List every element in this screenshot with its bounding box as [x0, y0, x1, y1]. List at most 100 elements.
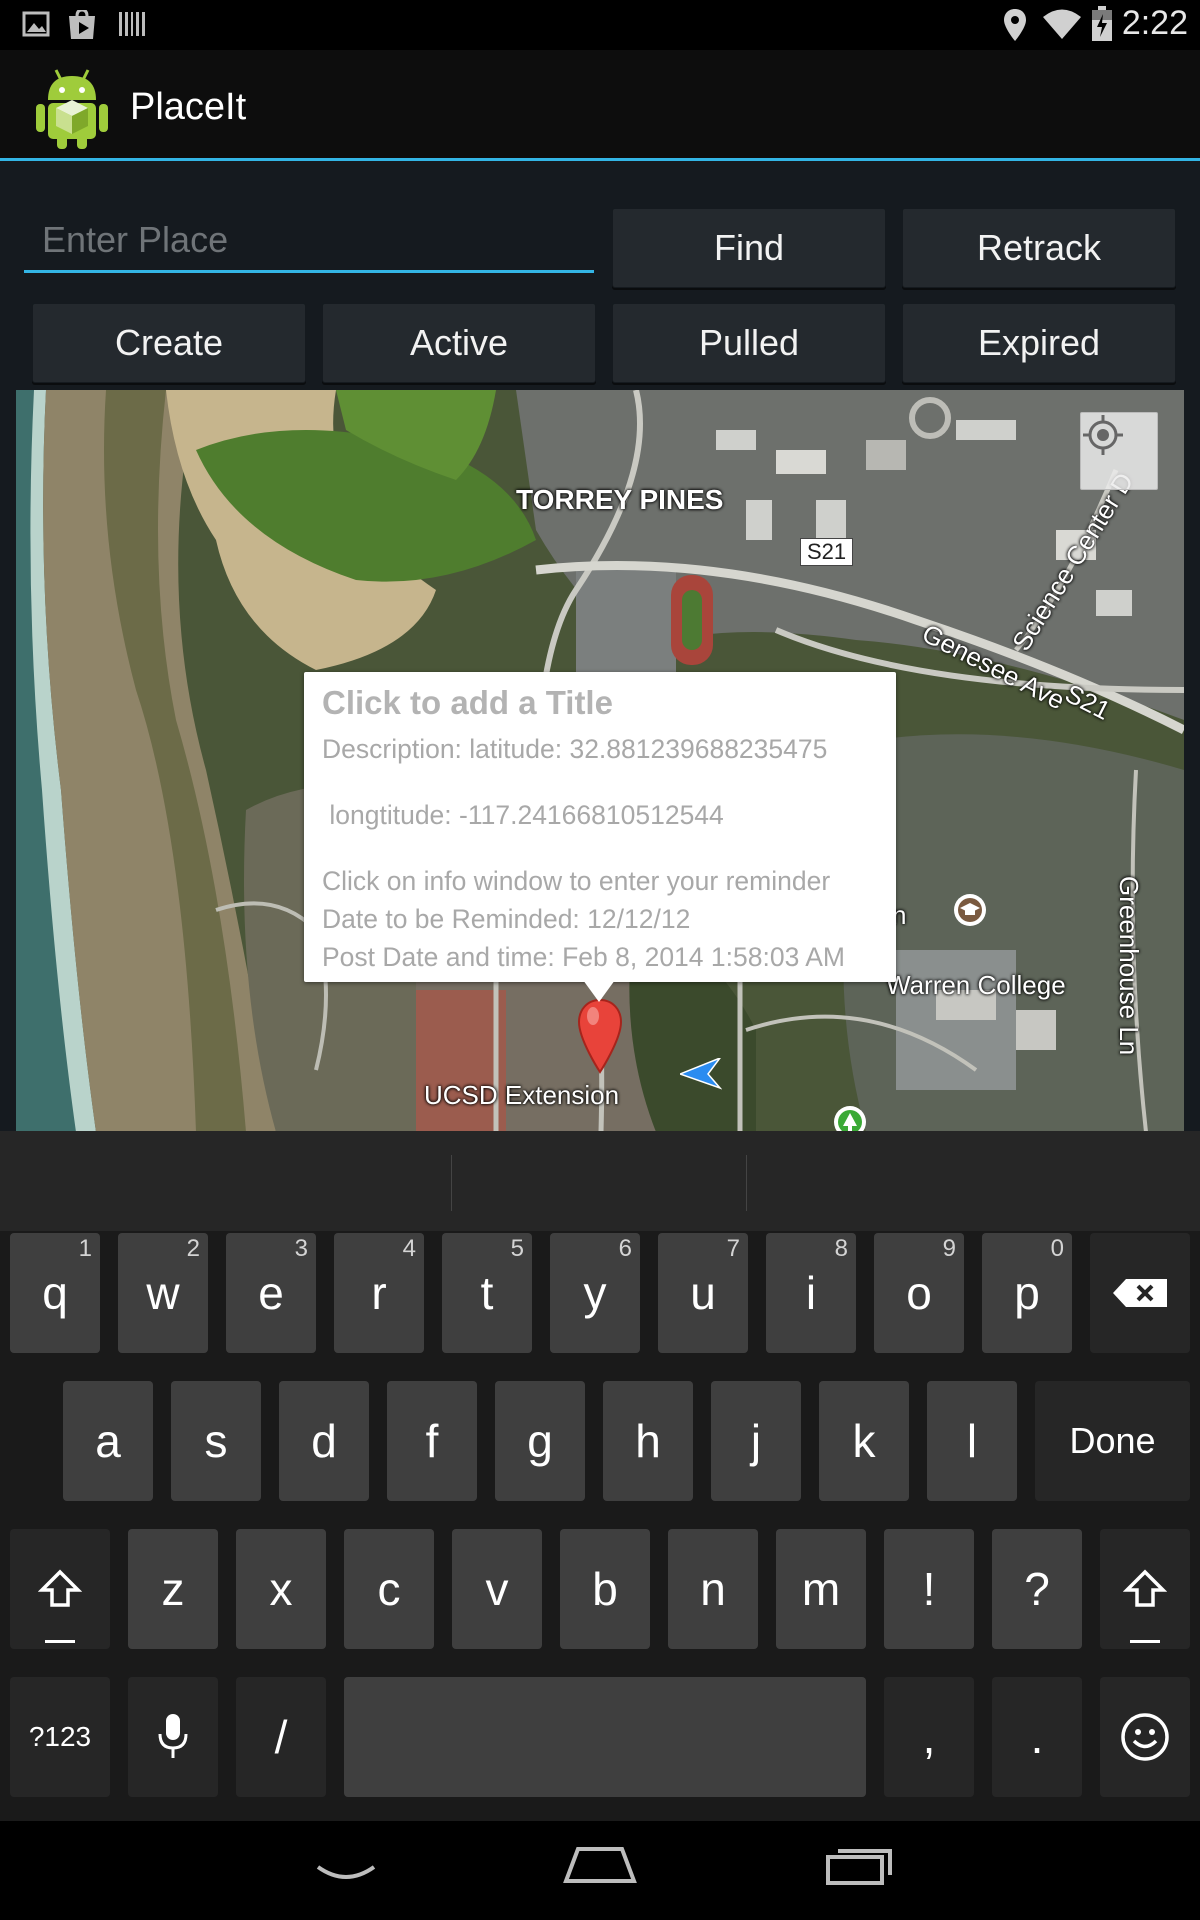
key-p[interactable]: p0	[982, 1233, 1072, 1353]
info-window-post-date: Post Date and time: Feb 8, 2014 1:58:03 …	[322, 942, 845, 972]
suggestion-strip[interactable]	[0, 1131, 1200, 1231]
park-poi-icon[interactable]	[832, 1104, 868, 1132]
play-store-icon	[69, 10, 95, 39]
key-period[interactable]: .	[992, 1677, 1082, 1797]
key-hint: 1	[78, 1235, 92, 1262]
shift-icon	[1123, 1569, 1167, 1607]
satellite-map[interactable]: TORREY PINES S21 Genesee Ave S21 Science…	[16, 390, 1184, 1132]
find-button[interactable]: Find	[612, 208, 886, 288]
suggestion-divider	[746, 1155, 747, 1211]
key-o[interactable]: o9	[874, 1233, 964, 1353]
space-key[interactable]	[344, 1677, 866, 1797]
status-time: 2:22	[1121, 4, 1188, 42]
key-e[interactable]: e3	[226, 1233, 316, 1353]
key-hint: 8	[834, 1235, 848, 1262]
recents-icon[interactable]	[824, 1845, 894, 1885]
key-hint: 4	[402, 1235, 416, 1262]
key-j[interactable]: j	[711, 1381, 801, 1501]
shift-key-right[interactable]	[1100, 1529, 1190, 1649]
key-label: p	[1014, 1267, 1040, 1319]
suggestion-divider	[451, 1155, 452, 1211]
key-q[interactable]: q1	[10, 1233, 100, 1353]
key-z[interactable]: z	[128, 1529, 218, 1649]
main-content: Find Retrack Create Active Pulled Expire…	[0, 161, 1200, 1132]
key-hint: 6	[618, 1235, 632, 1262]
navigation-bar	[0, 1821, 1200, 1920]
shift-icon	[38, 1569, 82, 1607]
soft-keyboard: q1 w2 e3 r4 t5 y6 u7 i8 o9 p0 a s d f g …	[0, 1131, 1200, 1821]
key-d[interactable]: d	[279, 1381, 369, 1501]
key-m[interactable]: m	[776, 1529, 866, 1649]
key-h[interactable]: h	[603, 1381, 693, 1501]
marker-info-window[interactable]: Click to add a Title Description: latitu…	[304, 672, 896, 982]
key-a[interactable]: a	[63, 1381, 153, 1501]
back-icon[interactable]	[314, 1863, 378, 1889]
key-x[interactable]: x	[236, 1529, 326, 1649]
key-b[interactable]: b	[560, 1529, 650, 1649]
retrack-button[interactable]: Retrack	[902, 208, 1176, 288]
barcode-icon	[119, 12, 145, 36]
create-button[interactable]: Create	[32, 303, 306, 383]
done-key[interactable]: Done	[1035, 1381, 1190, 1501]
crosshair-icon	[1083, 415, 1123, 455]
wifi-icon	[1043, 9, 1081, 39]
key-hint: 0	[1050, 1235, 1064, 1262]
action-bar: PlaceIt	[0, 50, 1200, 161]
key-label: o	[906, 1267, 932, 1319]
smiley-icon	[1121, 1713, 1169, 1761]
key-label: i	[805, 1267, 817, 1319]
symbols-key[interactable]: ?123	[10, 1677, 110, 1797]
status-bar: 2:22	[0, 0, 1200, 50]
key-s[interactable]: s	[171, 1381, 261, 1501]
shift-key-left[interactable]	[10, 1529, 110, 1649]
emoji-key[interactable]	[1100, 1677, 1190, 1797]
key-hint: 7	[726, 1235, 740, 1262]
key-label: w	[146, 1267, 180, 1319]
key-v[interactable]: v	[452, 1529, 542, 1649]
image-icon	[22, 11, 50, 37]
key-y[interactable]: y6	[550, 1233, 640, 1353]
voice-input-key[interactable]	[128, 1677, 218, 1797]
key-t[interactable]: t5	[442, 1233, 532, 1353]
home-icon[interactable]	[562, 1845, 638, 1885]
key-label: y	[583, 1267, 607, 1319]
place-search-input[interactable]	[24, 209, 594, 273]
key-exclamation[interactable]: !	[884, 1529, 974, 1649]
map-label-greenhouse-ln: Greenhouse Ln	[1114, 876, 1144, 1056]
app-title: PlaceIt	[130, 86, 247, 128]
key-r[interactable]: r4	[334, 1233, 424, 1353]
active-button[interactable]: Active	[322, 303, 596, 383]
info-window-latitude: Description: latitude: 32.88123968823547…	[322, 734, 828, 764]
key-label: e	[258, 1267, 284, 1319]
key-g[interactable]: g	[495, 1381, 585, 1501]
location-icon	[1004, 9, 1026, 41]
microphone-icon	[158, 1714, 188, 1758]
key-k[interactable]: k	[819, 1381, 909, 1501]
key-comma[interactable]: ,	[884, 1677, 974, 1797]
map-label-warren-college: Warren College	[886, 970, 1066, 1000]
expired-button[interactable]: Expired	[902, 303, 1176, 383]
my-location-button[interactable]	[1080, 412, 1158, 490]
backspace-key[interactable]	[1090, 1233, 1190, 1353]
key-f[interactable]: f	[387, 1381, 477, 1501]
key-n[interactable]: n	[668, 1529, 758, 1649]
info-window-longitude: longtitude: -117.24166810512544	[322, 800, 724, 830]
info-window-hint: Click on info window to enter your remin…	[322, 866, 831, 896]
info-window-title: Click to add a Title	[322, 684, 613, 721]
key-w[interactable]: w2	[118, 1233, 208, 1353]
pulled-button[interactable]: Pulled	[612, 303, 886, 383]
key-c[interactable]: c	[344, 1529, 434, 1649]
key-hint: 9	[942, 1235, 956, 1262]
key-slash[interactable]: /	[236, 1677, 326, 1797]
key-question[interactable]: ?	[992, 1529, 1082, 1649]
key-u[interactable]: u7	[658, 1233, 748, 1353]
map-label-torrey-pines: TORREY PINES	[516, 484, 724, 515]
shift-indicator	[45, 1640, 75, 1643]
key-hint: 2	[186, 1235, 200, 1262]
place-marker-icon[interactable]	[576, 998, 624, 1074]
battery-icon	[1092, 6, 1112, 41]
key-label: u	[690, 1267, 716, 1319]
school-poi-icon[interactable]	[952, 892, 988, 928]
key-i[interactable]: i8	[766, 1233, 856, 1353]
key-l[interactable]: l	[927, 1381, 1017, 1501]
